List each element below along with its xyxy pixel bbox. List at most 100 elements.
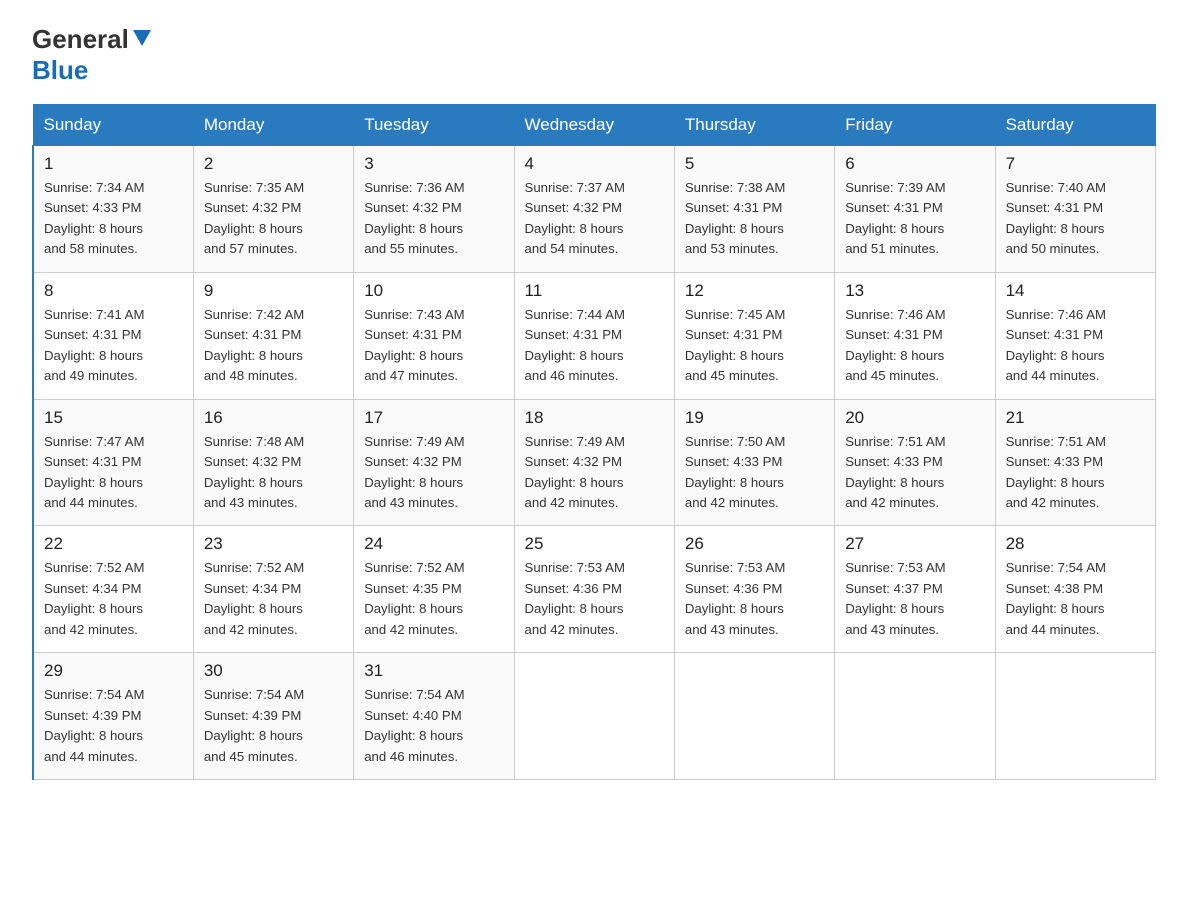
day-cell [995, 653, 1155, 780]
day-cell: 14 Sunrise: 7:46 AMSunset: 4:31 PMDaylig… [995, 272, 1155, 399]
day-info: Sunrise: 7:46 AMSunset: 4:31 PMDaylight:… [1006, 305, 1145, 387]
day-number: 11 [525, 281, 664, 301]
day-info: Sunrise: 7:54 AMSunset: 4:38 PMDaylight:… [1006, 558, 1145, 640]
day-info: Sunrise: 7:54 AMSunset: 4:39 PMDaylight:… [44, 685, 183, 767]
header-tuesday: Tuesday [354, 105, 514, 146]
day-cell: 21 Sunrise: 7:51 AMSunset: 4:33 PMDaylig… [995, 399, 1155, 526]
day-info: Sunrise: 7:50 AMSunset: 4:33 PMDaylight:… [685, 432, 824, 514]
day-cell: 9 Sunrise: 7:42 AMSunset: 4:31 PMDayligh… [193, 272, 353, 399]
day-info: Sunrise: 7:37 AMSunset: 4:32 PMDaylight:… [525, 178, 664, 260]
page-header: General Blue [32, 24, 1156, 86]
calendar-body: 1 Sunrise: 7:34 AMSunset: 4:33 PMDayligh… [33, 146, 1156, 780]
day-cell [514, 653, 674, 780]
day-cell: 24 Sunrise: 7:52 AMSunset: 4:35 PMDaylig… [354, 526, 514, 653]
day-info: Sunrise: 7:34 AMSunset: 4:33 PMDaylight:… [44, 178, 183, 260]
day-info: Sunrise: 7:51 AMSunset: 4:33 PMDaylight:… [845, 432, 984, 514]
day-cell: 11 Sunrise: 7:44 AMSunset: 4:31 PMDaylig… [514, 272, 674, 399]
day-info: Sunrise: 7:38 AMSunset: 4:31 PMDaylight:… [685, 178, 824, 260]
day-cell: 16 Sunrise: 7:48 AMSunset: 4:32 PMDaylig… [193, 399, 353, 526]
header-saturday: Saturday [995, 105, 1155, 146]
day-info: Sunrise: 7:35 AMSunset: 4:32 PMDaylight:… [204, 178, 343, 260]
day-info: Sunrise: 7:53 AMSunset: 4:36 PMDaylight:… [525, 558, 664, 640]
day-number: 2 [204, 154, 343, 174]
day-number: 3 [364, 154, 503, 174]
day-info: Sunrise: 7:47 AMSunset: 4:31 PMDaylight:… [44, 432, 183, 514]
day-number: 26 [685, 534, 824, 554]
day-cell: 27 Sunrise: 7:53 AMSunset: 4:37 PMDaylig… [835, 526, 995, 653]
day-number: 25 [525, 534, 664, 554]
day-info: Sunrise: 7:52 AMSunset: 4:34 PMDaylight:… [204, 558, 343, 640]
day-info: Sunrise: 7:39 AMSunset: 4:31 PMDaylight:… [845, 178, 984, 260]
day-cell: 23 Sunrise: 7:52 AMSunset: 4:34 PMDaylig… [193, 526, 353, 653]
day-number: 15 [44, 408, 183, 428]
day-cell: 13 Sunrise: 7:46 AMSunset: 4:31 PMDaylig… [835, 272, 995, 399]
day-info: Sunrise: 7:41 AMSunset: 4:31 PMDaylight:… [44, 305, 183, 387]
day-number: 1 [44, 154, 183, 174]
day-cell: 20 Sunrise: 7:51 AMSunset: 4:33 PMDaylig… [835, 399, 995, 526]
day-number: 16 [204, 408, 343, 428]
week-row-1: 1 Sunrise: 7:34 AMSunset: 4:33 PMDayligh… [33, 146, 1156, 273]
header-thursday: Thursday [674, 105, 834, 146]
day-cell: 19 Sunrise: 7:50 AMSunset: 4:33 PMDaylig… [674, 399, 834, 526]
day-info: Sunrise: 7:49 AMSunset: 4:32 PMDaylight:… [364, 432, 503, 514]
header-friday: Friday [835, 105, 995, 146]
day-cell: 5 Sunrise: 7:38 AMSunset: 4:31 PMDayligh… [674, 146, 834, 273]
day-info: Sunrise: 7:46 AMSunset: 4:31 PMDaylight:… [845, 305, 984, 387]
day-number: 28 [1006, 534, 1145, 554]
day-info: Sunrise: 7:45 AMSunset: 4:31 PMDaylight:… [685, 305, 824, 387]
day-number: 27 [845, 534, 984, 554]
header-wednesday: Wednesday [514, 105, 674, 146]
day-cell: 7 Sunrise: 7:40 AMSunset: 4:31 PMDayligh… [995, 146, 1155, 273]
day-number: 23 [204, 534, 343, 554]
day-number: 21 [1006, 408, 1145, 428]
day-info: Sunrise: 7:53 AMSunset: 4:36 PMDaylight:… [685, 558, 824, 640]
day-number: 24 [364, 534, 503, 554]
day-number: 12 [685, 281, 824, 301]
day-number: 29 [44, 661, 183, 681]
logo-blue-text: Blue [32, 55, 88, 85]
day-number: 4 [525, 154, 664, 174]
day-number: 18 [525, 408, 664, 428]
week-row-4: 22 Sunrise: 7:52 AMSunset: 4:34 PMDaylig… [33, 526, 1156, 653]
day-cell: 28 Sunrise: 7:54 AMSunset: 4:38 PMDaylig… [995, 526, 1155, 653]
day-cell: 18 Sunrise: 7:49 AMSunset: 4:32 PMDaylig… [514, 399, 674, 526]
day-number: 30 [204, 661, 343, 681]
day-cell: 6 Sunrise: 7:39 AMSunset: 4:31 PMDayligh… [835, 146, 995, 273]
day-cell: 4 Sunrise: 7:37 AMSunset: 4:32 PMDayligh… [514, 146, 674, 273]
day-info: Sunrise: 7:36 AMSunset: 4:32 PMDaylight:… [364, 178, 503, 260]
day-number: 8 [44, 281, 183, 301]
logo-triangle-icon [131, 26, 153, 48]
day-cell [674, 653, 834, 780]
day-info: Sunrise: 7:52 AMSunset: 4:34 PMDaylight:… [44, 558, 183, 640]
day-info: Sunrise: 7:40 AMSunset: 4:31 PMDaylight:… [1006, 178, 1145, 260]
day-cell: 17 Sunrise: 7:49 AMSunset: 4:32 PMDaylig… [354, 399, 514, 526]
calendar-header-row: SundayMondayTuesdayWednesdayThursdayFrid… [33, 105, 1156, 146]
day-number: 7 [1006, 154, 1145, 174]
day-info: Sunrise: 7:54 AMSunset: 4:40 PMDaylight:… [364, 685, 503, 767]
day-cell: 22 Sunrise: 7:52 AMSunset: 4:34 PMDaylig… [33, 526, 193, 653]
week-row-3: 15 Sunrise: 7:47 AMSunset: 4:31 PMDaylig… [33, 399, 1156, 526]
day-number: 20 [845, 408, 984, 428]
day-cell: 30 Sunrise: 7:54 AMSunset: 4:39 PMDaylig… [193, 653, 353, 780]
logo: General Blue [32, 24, 153, 86]
day-info: Sunrise: 7:48 AMSunset: 4:32 PMDaylight:… [204, 432, 343, 514]
day-cell: 12 Sunrise: 7:45 AMSunset: 4:31 PMDaylig… [674, 272, 834, 399]
day-cell: 26 Sunrise: 7:53 AMSunset: 4:36 PMDaylig… [674, 526, 834, 653]
week-row-5: 29 Sunrise: 7:54 AMSunset: 4:39 PMDaylig… [33, 653, 1156, 780]
day-info: Sunrise: 7:43 AMSunset: 4:31 PMDaylight:… [364, 305, 503, 387]
day-info: Sunrise: 7:49 AMSunset: 4:32 PMDaylight:… [525, 432, 664, 514]
header-monday: Monday [193, 105, 353, 146]
day-info: Sunrise: 7:42 AMSunset: 4:31 PMDaylight:… [204, 305, 343, 387]
day-cell: 15 Sunrise: 7:47 AMSunset: 4:31 PMDaylig… [33, 399, 193, 526]
day-cell: 25 Sunrise: 7:53 AMSunset: 4:36 PMDaylig… [514, 526, 674, 653]
day-number: 10 [364, 281, 503, 301]
day-cell: 2 Sunrise: 7:35 AMSunset: 4:32 PMDayligh… [193, 146, 353, 273]
day-info: Sunrise: 7:54 AMSunset: 4:39 PMDaylight:… [204, 685, 343, 767]
day-number: 17 [364, 408, 503, 428]
day-info: Sunrise: 7:51 AMSunset: 4:33 PMDaylight:… [1006, 432, 1145, 514]
header-sunday: Sunday [33, 105, 193, 146]
day-number: 14 [1006, 281, 1145, 301]
logo-general-text: General [32, 24, 129, 55]
day-number: 22 [44, 534, 183, 554]
day-number: 9 [204, 281, 343, 301]
